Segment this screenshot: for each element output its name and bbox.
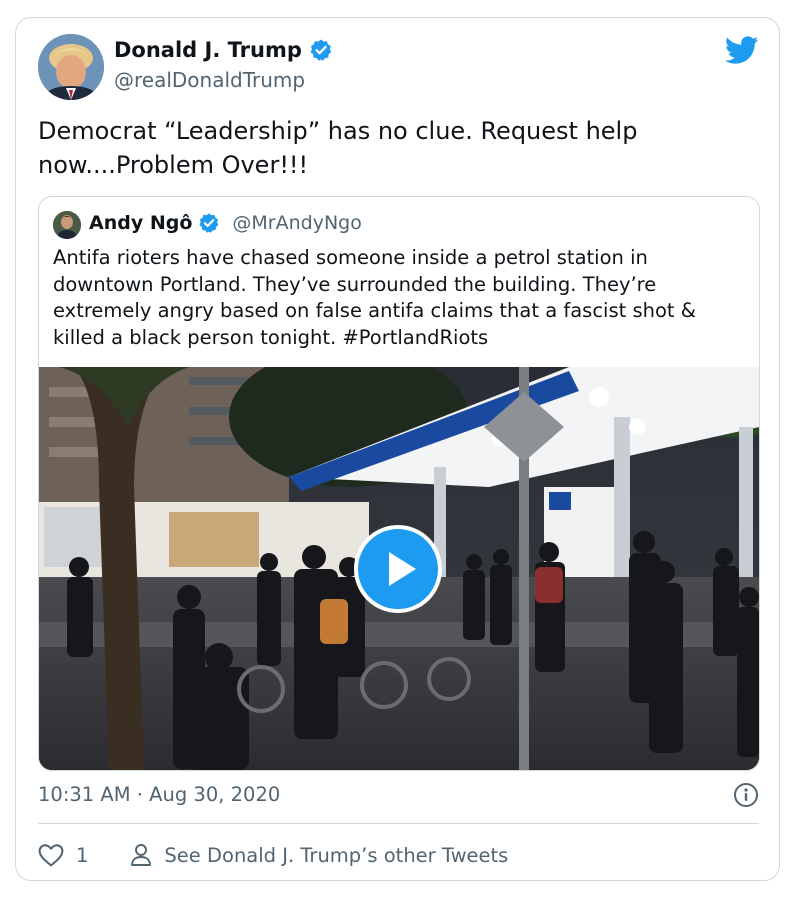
verified-badge-icon	[309, 38, 333, 62]
author-display-name[interactable]: Donald J. Trump	[114, 38, 302, 62]
quoted-tweet[interactable]: Andy Ngô @MrAndyNgo Antifa rioters have …	[38, 196, 760, 771]
twitter-bird-icon[interactable]	[724, 36, 759, 66]
tweet-actions: 1 See Donald J. Trump’s other Tweets	[38, 838, 508, 872]
play-icon	[389, 552, 416, 586]
quoted-tweet-text: Antifa rioters have chased someone insid…	[53, 246, 696, 349]
info-icon[interactable]	[733, 782, 759, 808]
play-button[interactable]	[354, 525, 442, 613]
tweet-card: Donald J. Trump @realDonaldTrump Democra…	[15, 17, 780, 881]
person-icon	[131, 844, 152, 866]
video-player[interactable]	[39, 367, 759, 770]
tweet-timestamp[interactable]: 10:31 AM · Aug 30, 2020	[38, 783, 280, 806]
author-handle[interactable]: @realDonaldTrump	[114, 68, 305, 92]
tweet-text: Democrat “Leadership” has no clue. Reque…	[38, 117, 638, 179]
quoted-author-avatar[interactable]	[53, 211, 81, 239]
other-tweets-link[interactable]: See Donald J. Trump’s other Tweets	[130, 843, 508, 867]
other-tweets-label[interactable]: See Donald J. Trump’s other Tweets	[164, 844, 508, 867]
like-button[interactable]: 1	[38, 843, 88, 867]
heart-icon	[38, 844, 64, 867]
quoted-author-row[interactable]: Andy Ngô @MrAndyNgo	[89, 212, 362, 234]
like-count: 1	[76, 843, 89, 867]
verified-badge-icon	[198, 212, 220, 234]
author-avatar[interactable]	[38, 34, 104, 100]
quoted-handle[interactable]: @MrAndyNgo	[232, 212, 361, 234]
quoted-display-name[interactable]: Andy Ngô	[89, 212, 192, 234]
divider	[38, 823, 759, 824]
author-name-row[interactable]: Donald J. Trump	[114, 38, 333, 62]
